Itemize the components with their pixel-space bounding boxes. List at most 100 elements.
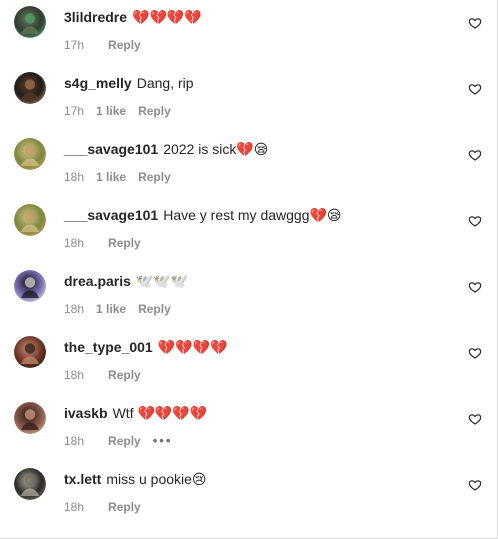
comment-body: ivaskb Wtf 💔💔💔💔: [64, 404, 207, 422]
comment-meta: 18h Reply: [64, 235, 165, 251]
comment-item: drea.paris 🕊️🕊️🕊️ 18h 1 like Reply: [0, 270, 497, 326]
comment-text: miss u pookie😢: [106, 471, 207, 487]
avatar-head-shape: [24, 475, 36, 486]
comment-time: 18h: [64, 170, 85, 184]
avatar-image: [14, 138, 46, 170]
comment-text: 💔💔💔💔: [132, 9, 202, 25]
comment-meta: 18h Reply: [64, 499, 165, 515]
comment-body: ___savage101 2022 is sick💔😪: [64, 140, 268, 158]
heart-outline: [468, 84, 482, 95]
comment-text: 💔💔💔💔: [157, 339, 228, 355]
comment-time: 18h: [64, 500, 85, 514]
comment-time: 18h: [64, 434, 85, 448]
avatar-image: [14, 468, 46, 500]
avatar-image: [14, 6, 46, 38]
more-options-icon[interactable]: •••: [153, 433, 173, 448]
heart-icon[interactable]: [468, 82, 482, 96]
avatar[interactable]: [14, 138, 46, 170]
avatar[interactable]: [14, 6, 46, 38]
avatar[interactable]: [14, 72, 46, 104]
comment-body: 3lildredre 💔💔💔💔: [64, 8, 202, 26]
comment-meta: 17h 1 like Reply: [64, 103, 195, 119]
avatar[interactable]: [14, 204, 46, 236]
reply-button[interactable]: Reply: [138, 104, 171, 118]
comment-item: s4g_melly Dang, rip 17h 1 like Reply: [0, 72, 497, 128]
reply-button[interactable]: Reply: [108, 500, 141, 514]
heart-outline: [468, 18, 482, 29]
comment-likes[interactable]: 1 like: [96, 170, 126, 184]
heart-outline: [468, 216, 482, 227]
heart-outline: [468, 414, 482, 425]
heart-icon[interactable]: [468, 412, 482, 426]
reply-button[interactable]: Reply: [138, 302, 171, 316]
comment-meta: 18h Reply •••: [64, 433, 184, 449]
reply-button[interactable]: Reply: [108, 38, 141, 52]
avatar-image: [14, 402, 46, 434]
comment-username[interactable]: ivaskb: [64, 405, 108, 421]
heart-icon[interactable]: [468, 478, 482, 492]
comment-username[interactable]: 3lildredre: [64, 9, 127, 25]
comment-item: 3lildredre 💔💔💔💔 17h Reply: [0, 6, 497, 62]
avatar-image: [14, 204, 46, 236]
comment-username[interactable]: ___savage101: [64, 141, 158, 157]
comment-body: tx.lett miss u pookie😢: [64, 470, 207, 488]
comment-meta: 18h 1 like Reply: [64, 301, 195, 317]
comment-item: ivaskb Wtf 💔💔💔💔 18h Reply •••: [0, 402, 497, 458]
comment-item: the_type_001 💔💔💔💔 18h Reply: [0, 336, 497, 392]
comment-username[interactable]: tx.lett: [64, 471, 101, 487]
comment-username[interactable]: s4g_melly: [64, 75, 132, 91]
comment-body: ___savage101 Have y rest my dawggg💔😪: [64, 206, 342, 224]
comment-body: the_type_001 💔💔💔💔: [64, 338, 227, 356]
avatar[interactable]: [14, 468, 46, 500]
reply-button[interactable]: Reply: [108, 434, 141, 448]
comment-time: 18h: [64, 368, 85, 382]
avatar[interactable]: [14, 336, 46, 368]
comment-username[interactable]: ___savage101: [64, 207, 158, 223]
avatar-head-shape: [24, 79, 36, 90]
comment-time: 17h: [64, 38, 85, 52]
reply-button[interactable]: Reply: [108, 236, 141, 250]
comment-username[interactable]: drea.paris: [64, 273, 131, 289]
avatar-head-shape: [24, 13, 36, 24]
comment-meta: 18h Reply: [64, 367, 165, 383]
comment-likes[interactable]: 1 like: [96, 302, 126, 316]
comment-text: Wtf 💔💔💔💔: [112, 405, 208, 421]
comment-meta: 18h 1 like Reply: [64, 169, 195, 185]
comment-time: 17h: [64, 104, 85, 118]
heart-icon[interactable]: [468, 280, 482, 294]
comment-list: 3lildredre 💔💔💔💔 17h Reply s4g_melly Dang, r…: [0, 0, 497, 539]
comment-item: ___savage101 2022 is sick💔😪 18h 1 like Repl…: [0, 138, 497, 194]
avatar-head-shape: [24, 211, 36, 222]
comment-likes[interactable]: 1 like: [96, 104, 126, 118]
comment-meta: 17h Reply: [64, 37, 165, 53]
comment-time: 18h: [64, 302, 85, 316]
comment-text: Dang, rip: [136, 75, 194, 91]
heart-outline: [468, 480, 482, 491]
avatar-image: [14, 72, 46, 104]
avatar[interactable]: [14, 270, 46, 302]
comment-body: s4g_melly Dang, rip: [64, 74, 194, 92]
comment-text: 2022 is sick💔😪: [163, 141, 269, 157]
reply-button[interactable]: Reply: [108, 368, 141, 382]
comment-body: drea.paris 🕊️🕊️🕊️: [64, 272, 188, 290]
heart-outline: [468, 348, 482, 359]
comment-item: tx.lett miss u pookie😢 18h Reply: [0, 468, 497, 524]
avatar-image: [14, 336, 46, 368]
heart-icon[interactable]: [468, 16, 482, 30]
avatar-head-shape: [24, 145, 36, 156]
heart-icon[interactable]: [468, 148, 482, 162]
comment-time: 18h: [64, 236, 85, 250]
heart-outline: [468, 282, 482, 293]
heart-icon[interactable]: [468, 346, 482, 360]
reply-button[interactable]: Reply: [138, 170, 171, 184]
heart-outline: [468, 150, 482, 161]
avatar-image: [14, 270, 46, 302]
avatar-head-shape: [24, 277, 36, 288]
avatar-head-shape: [24, 409, 36, 420]
avatar[interactable]: [14, 402, 46, 434]
heart-icon[interactable]: [468, 214, 482, 228]
comment-username[interactable]: the_type_001: [64, 339, 153, 355]
comment-item: ___savage101 Have y rest my dawggg💔😪 18h R…: [0, 204, 497, 260]
comment-text: Have y rest my dawggg💔😪: [163, 207, 342, 223]
avatar-head-shape: [24, 343, 36, 354]
